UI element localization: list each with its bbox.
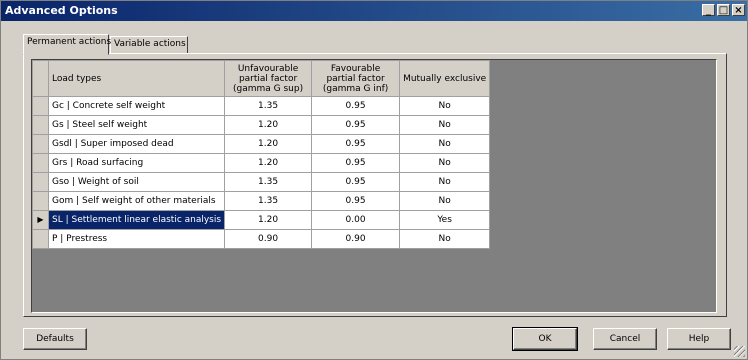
unfavourable-cell[interactable]: 1.20 [224, 210, 313, 230]
column-header-load-types[interactable]: Load types [47, 60, 226, 97]
table-row[interactable]: Gsdl | Super imposed dead 1.20 0.95 No [32, 134, 491, 154]
mutually-exclusive-cell[interactable]: No [399, 115, 491, 135]
table-row[interactable]: Gom | Self weight of other materials 1.3… [32, 191, 491, 211]
mutually-exclusive-cell[interactable]: No [399, 172, 491, 192]
maximize-icon[interactable]: □ [717, 4, 730, 16]
row-header[interactable] [32, 115, 49, 135]
table-row[interactable]: Gc | Concrete self weight 1.35 0.95 No [32, 96, 491, 116]
unfavourable-cell[interactable]: 1.35 [224, 191, 313, 211]
mutually-exclusive-cell[interactable]: No [399, 134, 491, 154]
current-row-arrow-icon: ▶ [37, 215, 44, 224]
resize-grip-icon[interactable] [734, 346, 745, 357]
mutually-exclusive-cell[interactable]: No [399, 96, 491, 116]
column-header-mutually-exclusive[interactable]: Mutually exclusive [399, 60, 491, 97]
tab-permanent-actions[interactable]: Permanent actions [23, 34, 111, 55]
mutually-exclusive-cell[interactable]: Yes [399, 210, 491, 230]
row-header[interactable] [32, 172, 49, 192]
unfavourable-cell[interactable]: 1.20 [224, 134, 313, 154]
favourable-cell[interactable]: 0.95 [311, 191, 401, 211]
help-button[interactable]: Help [667, 328, 731, 350]
mutually-exclusive-cell[interactable]: No [399, 191, 491, 211]
load-type-cell[interactable]: SL | Settlement linear elastic analysis [47, 210, 226, 230]
window-title: Advanced Options [5, 4, 118, 17]
load-factors-table: Load types Unfavourable partial factor (… [32, 60, 491, 249]
table-row-selected[interactable]: ▶ SL | Settlement linear elastic analysi… [32, 210, 491, 230]
unfavourable-cell[interactable]: 1.20 [224, 153, 313, 173]
favourable-cell[interactable]: 0.95 [311, 115, 401, 135]
load-type-cell[interactable]: Gs | Steel self weight [47, 115, 226, 135]
row-header[interactable] [32, 96, 49, 116]
table-header-row: Load types Unfavourable partial factor (… [32, 60, 491, 97]
row-header[interactable]: ▶ [32, 210, 49, 230]
tab-variable-actions[interactable]: Variable actions [110, 36, 188, 54]
favourable-cell[interactable]: 0.95 [311, 172, 401, 192]
unfavourable-cell[interactable]: 1.35 [224, 172, 313, 192]
title-bar[interactable]: Advanced Options _ □ × [1, 1, 747, 21]
unfavourable-cell[interactable]: 0.90 [224, 229, 313, 249]
favourable-cell[interactable]: 0.95 [311, 134, 401, 154]
defaults-button[interactable]: Defaults [23, 328, 87, 350]
window-controls: _ □ × [702, 4, 745, 16]
close-icon[interactable]: × [732, 4, 745, 16]
favourable-cell[interactable]: 0.95 [311, 96, 401, 116]
advanced-options-dialog: Advanced Options _ □ × Permanent actions… [0, 0, 748, 360]
unfavourable-cell[interactable]: 1.35 [224, 96, 313, 116]
table-row[interactable]: P | Prestress 0.90 0.90 No [32, 229, 491, 249]
table-row[interactable]: Grs | Road surfacing 1.20 0.95 No [32, 153, 491, 173]
column-header-unfavourable[interactable]: Unfavourable partial factor (gamma G sup… [224, 60, 313, 97]
unfavourable-cell[interactable]: 1.20 [224, 115, 313, 135]
row-header[interactable] [32, 229, 49, 249]
mutually-exclusive-cell[interactable]: No [399, 229, 491, 249]
column-header-favourable[interactable]: Favourable partial factor (gamma G inf) [311, 60, 401, 97]
ok-button[interactable]: OK [512, 327, 578, 351]
load-type-cell[interactable]: Gc | Concrete self weight [47, 96, 226, 116]
row-header-corner [32, 60, 49, 97]
load-type-cell[interactable]: P | Prestress [47, 229, 226, 249]
load-type-cell[interactable]: Grs | Road surfacing [47, 153, 226, 173]
minimize-icon[interactable]: _ [702, 4, 715, 16]
cancel-button[interactable]: Cancel [593, 328, 657, 350]
load-factors-grid[interactable]: Load types Unfavourable partial factor (… [31, 59, 717, 313]
mutually-exclusive-cell[interactable]: No [399, 153, 491, 173]
load-type-cell[interactable]: Gso | Weight of soil [47, 172, 226, 192]
row-header[interactable] [32, 191, 49, 211]
table-row[interactable]: Gs | Steel self weight 1.20 0.95 No [32, 115, 491, 135]
favourable-cell[interactable]: 0.90 [311, 229, 401, 249]
row-header[interactable] [32, 134, 49, 154]
favourable-cell[interactable]: 0.00 [311, 210, 401, 230]
load-type-cell[interactable]: Gom | Self weight of other materials [47, 191, 226, 211]
table-row[interactable]: Gso | Weight of soil 1.35 0.95 No [32, 172, 491, 192]
load-type-cell[interactable]: Gsdl | Super imposed dead [47, 134, 226, 154]
row-header[interactable] [32, 153, 49, 173]
favourable-cell[interactable]: 0.95 [311, 153, 401, 173]
